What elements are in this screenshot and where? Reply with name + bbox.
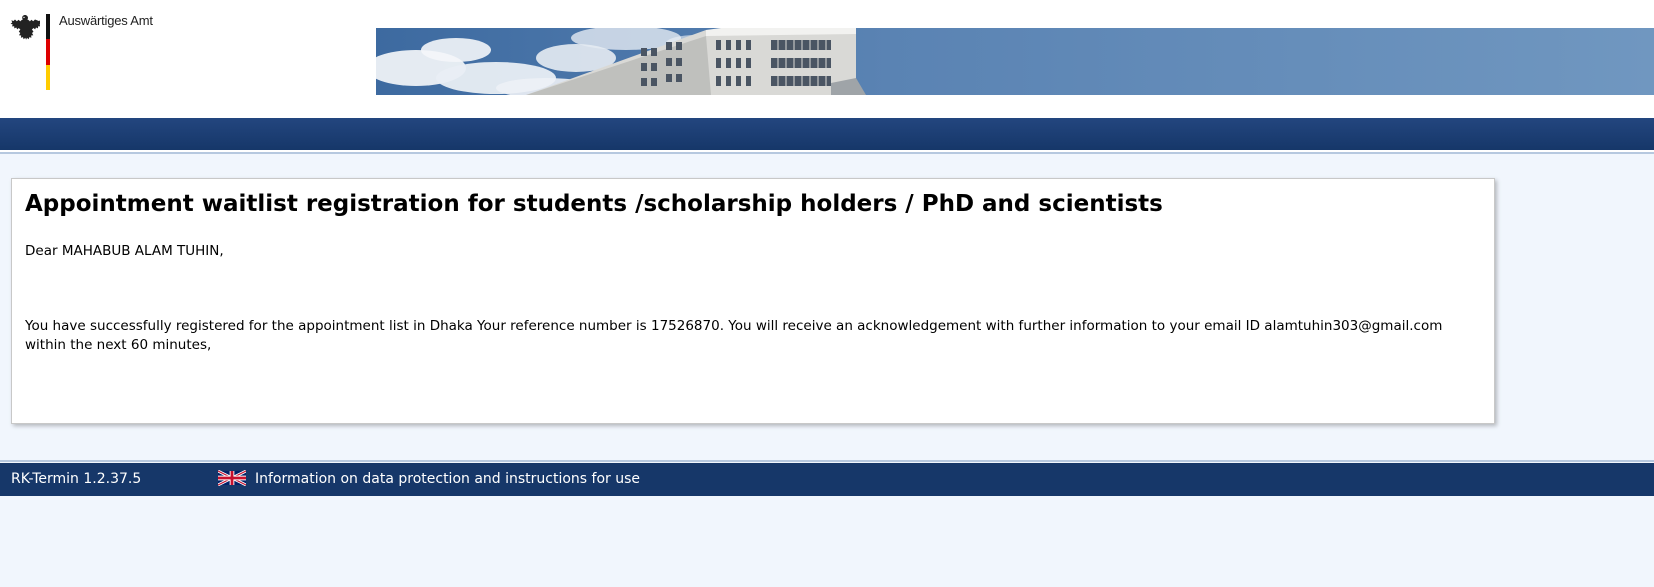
- divider: [0, 460, 1654, 462]
- auswaertiges-amt-logo[interactable]: Auswärtiges Amt: [10, 13, 170, 93]
- federal-eagle-icon: [10, 15, 40, 40]
- german-flag-bar: [46, 14, 50, 90]
- divider: [0, 152, 1654, 154]
- confirmation-panel: Appointment waitlist registration for st…: [11, 178, 1495, 424]
- main-navigation-bar: [0, 118, 1654, 152]
- logo-text: Auswärtiges Amt: [59, 13, 153, 28]
- uk-flag-icon[interactable]: [218, 470, 246, 486]
- confirmation-message: You have successfully registered for the…: [25, 318, 1443, 353]
- page-title: Appointment waitlist registration for st…: [25, 191, 1163, 217]
- version-label: RK-Termin 1.2.37.5: [11, 471, 142, 487]
- data-protection-link[interactable]: Information on data protection and instr…: [255, 471, 640, 487]
- site-header: Auswärtiges Amt: [0, 0, 1654, 118]
- header-banner-image: [376, 28, 1654, 95]
- greeting-text: Dear MAHABUB ALAM TUHIN,: [25, 243, 224, 259]
- site-footer: RK-Termin 1.2.37.5 Information on data p…: [0, 463, 1654, 496]
